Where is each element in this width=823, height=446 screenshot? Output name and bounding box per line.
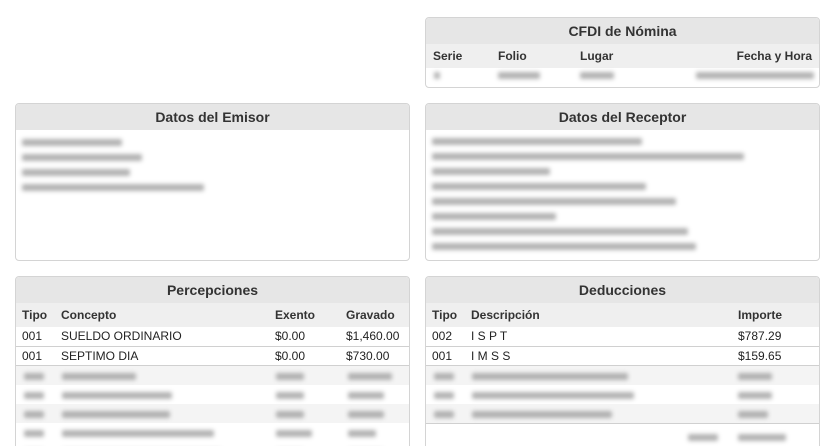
cell-descripcion: I M S S — [465, 346, 732, 366]
cell-concepto: SEPTIMO DIA — [55, 346, 269, 366]
cell-tipo: 001 — [16, 327, 55, 347]
deducciones-table: Tipo Descripción Importe 002 I S P T $78… — [426, 303, 819, 366]
table-row: 001 SEPTIMO DIA $0.00 $730.00 — [16, 346, 409, 366]
percepciones-table: Tipo Concepto Exento Gravado 001 SUELDO … — [16, 303, 409, 366]
receptor-panel: Datos del Receptor — [425, 103, 820, 261]
cell-exento: $0.00 — [269, 327, 340, 347]
emisor-redacted — [16, 130, 409, 250]
table-row: 001 I M S S $159.65 — [426, 346, 819, 366]
cfdi-redacted-row — [426, 68, 819, 82]
deducciones-title: Deducciones — [426, 277, 819, 303]
cell-gravado: $730.00 — [340, 346, 409, 366]
percepciones-title: Percepciones — [16, 277, 409, 303]
percepciones-redacted-rows — [16, 365, 409, 446]
table-row: 002 I S P T $787.29 — [426, 327, 819, 347]
cfdi-col-lugar: Lugar — [573, 44, 659, 68]
cell-gravado: $1,460.00 — [340, 327, 409, 347]
deducciones-col-importe: Importe — [732, 303, 819, 327]
percepciones-col-tipo: Tipo — [16, 303, 55, 327]
cell-importe: $159.65 — [732, 346, 819, 366]
deducciones-panel: Deducciones Tipo Descripción Importe 002… — [425, 276, 820, 446]
cell-concepto: SUELDO ORDINARIO — [55, 327, 269, 347]
percepciones-col-exento: Exento — [269, 303, 340, 327]
emisor-panel: Datos del Emisor — [15, 103, 410, 261]
cfdi-col-folio: Folio — [491, 44, 573, 68]
cell-importe: $787.29 — [732, 327, 819, 347]
receptor-title: Datos del Receptor — [426, 104, 819, 130]
table-row: 001 SUELDO ORDINARIO $0.00 $1,460.00 — [16, 327, 409, 347]
deducciones-col-tipo: Tipo — [426, 303, 465, 327]
cell-exento: $0.00 — [269, 346, 340, 366]
cell-tipo: 001 — [426, 346, 465, 366]
cell-tipo: 001 — [16, 346, 55, 366]
cfdi-col-serie: Serie — [426, 44, 491, 68]
receptor-redacted — [426, 130, 819, 258]
deducciones-redacted-rows — [426, 365, 819, 446]
percepciones-col-concepto: Concepto — [55, 303, 269, 327]
percepciones-col-gravado: Gravado — [340, 303, 409, 327]
cell-descripcion: I S P T — [465, 327, 732, 347]
deducciones-col-descripcion: Descripción — [465, 303, 732, 327]
cfdi-panel: CFDI de Nómina Serie Folio Lugar Fecha y… — [425, 17, 820, 88]
emisor-title: Datos del Emisor — [16, 104, 409, 130]
cell-tipo: 002 — [426, 327, 465, 347]
percepciones-panel: Percepciones Tipo Concepto Exento Gravad… — [15, 276, 410, 446]
cfdi-table: Serie Folio Lugar Fecha y Hora — [426, 44, 819, 68]
cfdi-title: CFDI de Nómina — [426, 18, 819, 44]
cfdi-col-fecha: Fecha y Hora — [658, 44, 819, 68]
